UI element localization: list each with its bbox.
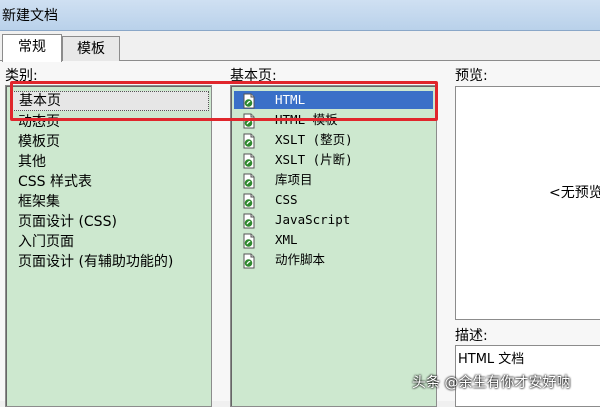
page-type-item[interactable]: XSLT (片断)	[241, 151, 353, 169]
dreamweaver-file-icon	[241, 133, 257, 149]
page-type-item[interactable]: CSS	[241, 191, 298, 209]
category-item[interactable]: 模板页	[18, 131, 60, 151]
page-type-item[interactable]: HTML	[234, 91, 433, 109]
dreamweaver-file-icon	[241, 93, 257, 109]
window-title: 新建文档	[2, 8, 58, 24]
tab-general-label: 常规	[18, 39, 46, 55]
window-titlebar: 新建文档	[0, 0, 600, 31]
preview-pane: <无预览	[455, 86, 600, 320]
page-type-item[interactable]: HTML 模板	[241, 111, 338, 129]
page-type-label: 动作脚本	[275, 252, 326, 267]
page-type-item[interactable]: 库项目	[241, 171, 313, 189]
category-item[interactable]: 基本页	[12, 91, 209, 111]
dreamweaver-file-icon	[241, 173, 257, 189]
dreamweaver-file-icon	[241, 113, 257, 129]
page-type-item[interactable]: JavaScript	[241, 211, 350, 229]
tab-template[interactable]: 模板	[62, 36, 120, 61]
page-type-label: XSLT (片断)	[275, 152, 353, 167]
dreamweaver-file-icon	[241, 233, 257, 249]
page-type-label: XML	[275, 232, 298, 247]
page-type-label: CSS	[275, 192, 298, 207]
page-type-label: XSLT (整页)	[275, 132, 353, 147]
description-label: 描述:	[455, 328, 488, 344]
category-item[interactable]: 动态页	[18, 111, 60, 131]
dreamweaver-file-icon	[241, 213, 257, 229]
tab-general[interactable]: 常规	[2, 34, 62, 62]
watermark: 头条 @余生有你才安好呐	[412, 375, 571, 391]
category-item[interactable]: 页面设计 (有辅助功能的)	[18, 251, 173, 271]
category-item[interactable]: 页面设计 (CSS)	[18, 211, 117, 231]
basic-page-list[interactable]: HTML HTML 模板 XSLT (整页) XSLT (片断) 库项目 CSS JavaS…	[230, 85, 437, 407]
preview-placeholder: <无预览	[549, 185, 600, 201]
page-type-label: 库项目	[275, 172, 313, 187]
category-label: 类别:	[5, 68, 38, 84]
page-type-item[interactable]: XSLT (整页)	[241, 131, 353, 149]
category-item[interactable]: 入门页面	[18, 231, 74, 251]
tab-template-label: 模板	[77, 41, 105, 57]
page-type-label: HTML	[275, 92, 306, 107]
basic-page-label: 基本页:	[230, 68, 277, 84]
dreamweaver-file-icon	[241, 153, 257, 169]
category-item[interactable]: CSS 样式表	[18, 171, 92, 191]
category-item[interactable]: 框架集	[18, 191, 60, 211]
page-type-item[interactable]: 动作脚本	[241, 251, 325, 269]
page-type-item[interactable]: XML	[241, 231, 298, 249]
category-item[interactable]: 其他	[18, 151, 46, 171]
preview-label: 预览:	[455, 68, 488, 84]
dreamweaver-file-icon	[241, 253, 257, 269]
page-type-label: JavaScript	[275, 212, 351, 227]
category-list[interactable]: 基本页 动态页 模板页 其他 CSS 样式表 框架集 页面设计 (CSS) 入门…	[5, 85, 212, 407]
description-text: HTML 文档	[458, 352, 525, 367]
dreamweaver-file-icon	[241, 193, 257, 209]
page-type-label: HTML 模板	[275, 112, 338, 127]
